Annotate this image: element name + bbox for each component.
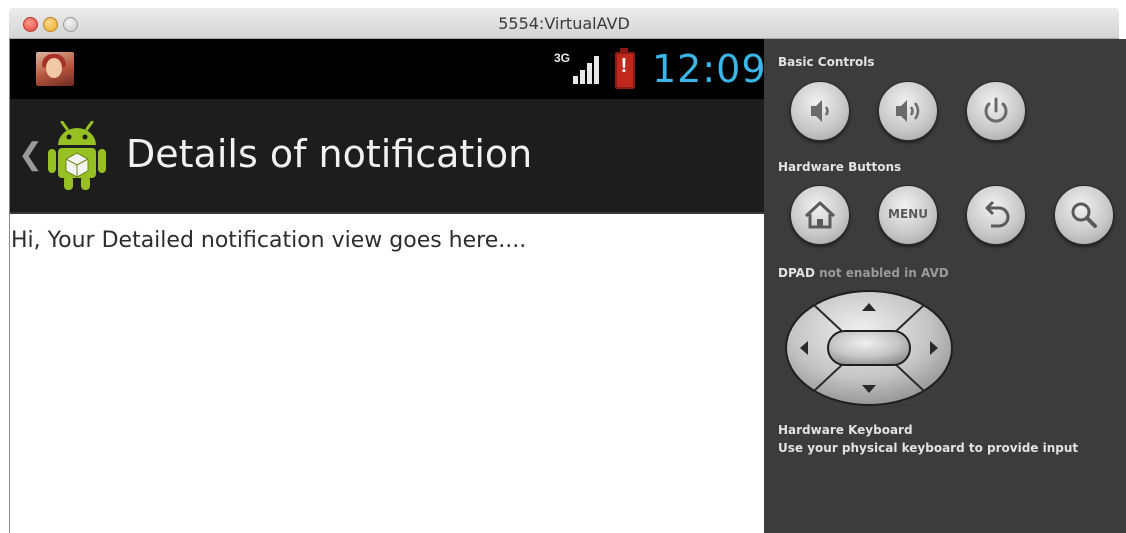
power-icon <box>984 97 1008 123</box>
dpad-label: DPAD not enabled in AVD <box>778 266 949 280</box>
network-type-label: 3G <box>554 51 571 65</box>
menu-button-label: MENU <box>888 207 928 221</box>
signal-strength-icon <box>573 56 599 84</box>
menu-button[interactable]: MENU <box>878 185 938 245</box>
home-icon <box>804 201 836 229</box>
search-icon <box>1071 202 1097 228</box>
dpad-title: DPAD <box>778 266 815 280</box>
power-button[interactable] <box>966 81 1026 141</box>
title-bar: 5554:VirtualAVD <box>9 8 1119 39</box>
content-area: Hi, Your Detailed notification view goes… <box>10 214 765 533</box>
battery-warning-icon: ! <box>620 55 628 77</box>
status-bar: 3G ! 12:09 <box>10 39 767 99</box>
emulator-window: 5554:VirtualAVD 3G ! 12:09 ❮ Details of … <box>0 0 1126 533</box>
emulator-controls-panel: Basic Controls Hardware Buttons MENU DPA… <box>764 39 1126 533</box>
notification-avatar-icon[interactable] <box>36 52 74 86</box>
volume-down-icon <box>811 100 829 122</box>
hardware-keyboard-description: Use your physical keyboard to provide in… <box>778 441 1079 455</box>
volume-up-icon <box>896 100 920 122</box>
hardware-buttons-label: Hardware Buttons <box>778 160 902 174</box>
window-title: 5554:VirtualAVD <box>498 14 630 33</box>
basic-controls-label: Basic Controls <box>778 55 875 69</box>
back-button[interactable] <box>966 185 1026 245</box>
hardware-keyboard-title: Hardware Keyboard <box>778 423 913 437</box>
dpad-control[interactable] <box>784 289 954 407</box>
notification-detail-text: Hi, Your Detailed notification view goes… <box>11 228 527 253</box>
device-screen: 3G ! 12:09 ❮ Details of notification Hi,… <box>9 39 767 533</box>
action-bar: ❮ Details of notification <box>10 99 765 214</box>
search-button[interactable] <box>1054 185 1114 245</box>
page-title: Details of notification <box>126 132 533 176</box>
dpad-note: not enabled in AVD <box>819 266 949 280</box>
android-app-icon[interactable] <box>48 121 106 191</box>
volume-down-button[interactable] <box>790 81 850 141</box>
up-navigation-icon[interactable]: ❮ <box>18 137 43 172</box>
volume-up-button[interactable] <box>878 81 938 141</box>
home-button[interactable] <box>790 185 850 245</box>
back-icon <box>985 200 1010 228</box>
status-clock: 12:09 <box>652 47 767 91</box>
